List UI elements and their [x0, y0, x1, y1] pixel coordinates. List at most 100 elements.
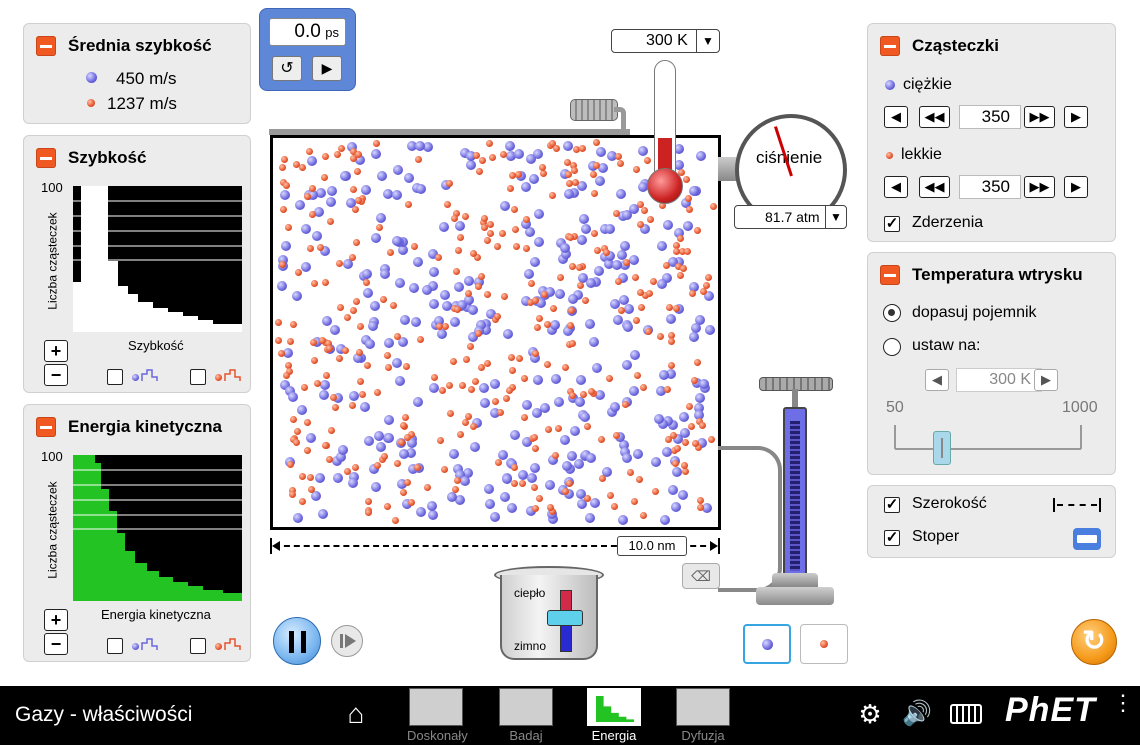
- temperature-slider-thumb[interactable]: [933, 431, 951, 465]
- heavy-increment-fast-button[interactable]: ▶▶: [1024, 106, 1055, 128]
- light-speed-checkbox[interactable]: [190, 369, 206, 385]
- light-energy-checkbox[interactable]: [190, 638, 206, 654]
- pause-button[interactable]: [273, 617, 321, 665]
- light-increment-button[interactable]: ▶: [1064, 176, 1088, 198]
- step-forward-button[interactable]: [331, 625, 363, 657]
- thermometer-readout[interactable]: 300 K ▼: [611, 29, 720, 53]
- light-particle: [512, 226, 520, 234]
- heavy-particle-icon: [132, 643, 139, 650]
- heavy-increment-button[interactable]: ▶: [1064, 106, 1088, 128]
- heavy-particle: [618, 294, 629, 305]
- collapse-button[interactable]: [36, 36, 56, 56]
- light-particle: [355, 348, 363, 356]
- light-increment-fast-button[interactable]: ▶▶: [1024, 176, 1055, 198]
- eraser-button[interactable]: ⌫: [682, 563, 720, 589]
- more-menu-icon[interactable]: ⋮: [1112, 692, 1134, 732]
- bicycle-pump[interactable]: [756, 377, 836, 607]
- step-arrow-icon: [345, 634, 356, 648]
- heavy-speed-checkbox[interactable]: [107, 369, 123, 385]
- zoom-in-button[interactable]: +: [44, 609, 68, 631]
- collapse-button[interactable]: [36, 417, 56, 437]
- light-particle: [313, 379, 321, 387]
- heavy-particle: [483, 484, 494, 495]
- heavy-particle: [377, 170, 388, 181]
- zoom-out-button[interactable]: −: [44, 633, 68, 655]
- keyboard-icon[interactable]: [950, 704, 982, 724]
- heavy-particle: [629, 385, 640, 396]
- heavy-decrement-fast-button[interactable]: ◀◀: [919, 106, 950, 128]
- width-checkbox[interactable]: ✓: [884, 497, 900, 513]
- pressure-readout[interactable]: 81.7 atm ▼: [734, 205, 847, 229]
- phet-logo[interactable]: PhET: [1005, 691, 1096, 730]
- heavy-particle: [311, 491, 322, 502]
- light-particle: [641, 207, 649, 215]
- fit-container-radio[interactable]: [883, 304, 901, 322]
- light-particle: [414, 156, 422, 164]
- stopwatch[interactable]: 0.0 ps ↺ ▶: [259, 8, 356, 91]
- zoom-out-button[interactable]: −: [44, 364, 68, 386]
- heavy-particle: [580, 224, 591, 235]
- light-particle: [350, 185, 358, 193]
- gear-icon[interactable]: ⚙: [856, 700, 884, 728]
- heavy-particle: [628, 255, 639, 266]
- temperature-increment-button[interactable]: ▶: [1034, 369, 1058, 391]
- heavy-particle: [454, 221, 465, 232]
- light-particle: [549, 192, 557, 200]
- reset-all-button[interactable]: ↻: [1071, 619, 1117, 665]
- temperature-slider-track[interactable]: [895, 448, 1081, 450]
- tab-badaj[interactable]: Badaj: [497, 688, 555, 743]
- arrow-right-icon: ▶: [1041, 372, 1051, 387]
- light-decrement-button[interactable]: ◀: [884, 176, 908, 198]
- lid-handle[interactable]: [570, 99, 618, 121]
- heavy-particle: [330, 325, 341, 336]
- heat-cool-slider-thumb[interactable]: [547, 610, 583, 626]
- light-decrement-fast-button[interactable]: ◀◀: [919, 176, 950, 198]
- light-particle: [615, 277, 623, 285]
- temperature-decrement-button[interactable]: ◀: [925, 369, 949, 391]
- reset-icon: ↻: [1082, 625, 1106, 656]
- heavy-particle: [364, 435, 375, 446]
- collisions-checkbox[interactable]: ✓: [884, 216, 900, 232]
- heavy-average-speed: 450 m/s: [116, 69, 177, 88]
- heavy-particle: [364, 338, 375, 349]
- stopwatch-play-button[interactable]: ▶: [312, 56, 342, 81]
- heavy-particle: [467, 304, 478, 315]
- heavy-particle-icon: [132, 374, 139, 381]
- light-particle: [509, 172, 517, 180]
- particles-panel: Cząsteczki ciężkie ◀ ◀◀ 350 ▶▶ ▶ lekkie …: [867, 23, 1116, 242]
- stopwatch-checkbox[interactable]: ✓: [884, 530, 900, 546]
- set-temperature-radio[interactable]: [883, 338, 901, 356]
- collapse-button[interactable]: [36, 148, 56, 168]
- light-particle: [631, 497, 639, 505]
- light-particle: [645, 290, 653, 298]
- light-particle: [663, 261, 671, 269]
- light-particle: [688, 422, 696, 430]
- collapse-button[interactable]: [880, 36, 900, 56]
- tab-energia[interactable]: Energia: [585, 688, 643, 743]
- heavy-decrement-button[interactable]: ◀: [884, 106, 908, 128]
- home-icon[interactable]: ⌂: [340, 700, 372, 728]
- light-particle: [521, 374, 529, 382]
- heavy-particle: [322, 316, 333, 327]
- heavy-particle: [605, 224, 616, 234]
- chevron-down-icon[interactable]: ▼: [696, 30, 719, 52]
- light-particle-toggle[interactable]: [800, 624, 848, 664]
- light-particle: [540, 290, 548, 298]
- tab-doskonaly[interactable]: Doskonały: [407, 688, 468, 743]
- tab-dyfuzja[interactable]: Dyfuzja: [674, 688, 732, 743]
- light-particle: [693, 358, 701, 366]
- light-particle: [543, 360, 551, 368]
- heavy-particle-toggle[interactable]: [743, 624, 791, 664]
- heavy-particle: [348, 477, 359, 488]
- heavy-particle: [521, 400, 532, 411]
- stopwatch-reset-button[interactable]: ↺: [272, 56, 302, 81]
- heavy-energy-checkbox[interactable]: [107, 638, 123, 654]
- light-particle: [531, 483, 539, 491]
- heavy-particle: [318, 508, 329, 519]
- pause-icon-bar: [301, 631, 306, 653]
- chevron-down-icon[interactable]: ▼: [825, 206, 846, 228]
- light-particle: [389, 301, 397, 309]
- zoom-in-button[interactable]: +: [44, 340, 68, 362]
- sound-icon[interactable]: 🔊: [900, 700, 934, 728]
- collapse-button[interactable]: [880, 265, 900, 285]
